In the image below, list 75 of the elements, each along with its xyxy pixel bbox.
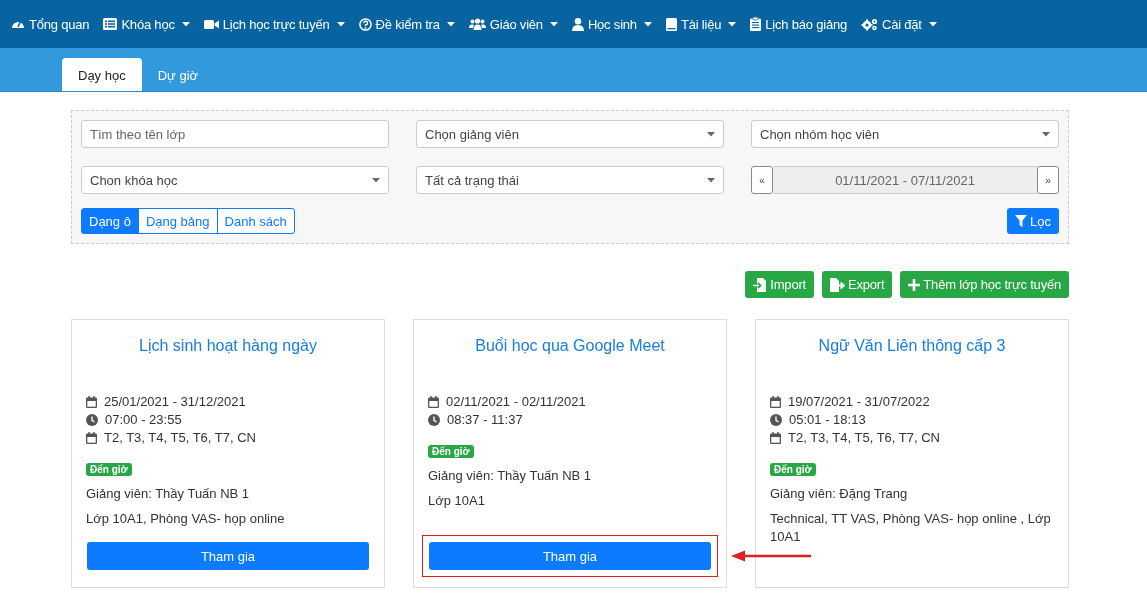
schedule-text: T2, T3, T4, T5, T6, T7, CN	[788, 429, 940, 447]
filter-button[interactable]: Lọc	[1007, 208, 1059, 234]
users-icon	[468, 18, 486, 30]
teacher-text: Giảng viên: Thầy Tuấn NB 1	[86, 485, 251, 503]
caret-icon	[372, 177, 380, 183]
clock-icon	[770, 414, 782, 426]
caret-icon	[643, 21, 652, 27]
location-text: Technical, TT VAS, Phòng VAS- họp online , Lớp 10A1	[770, 510, 1052, 546]
schedule-text: 05:01 - 18:13	[789, 411, 866, 429]
file-export-icon	[830, 277, 845, 292]
next-week-button[interactable]: »	[1037, 166, 1059, 194]
previous-week-button[interactable]: «	[751, 166, 773, 194]
view-toggle-button[interactable]: Danh sách	[216, 208, 295, 234]
schedule-text: T2, T3, T4, T5, T6, T7, CN	[104, 429, 256, 447]
calendar-icon	[770, 432, 781, 444]
caret-icon	[336, 21, 345, 27]
funnel-icon	[1015, 215, 1028, 227]
dropdown-select[interactable]: Chọn giảng viên	[416, 120, 724, 148]
location-text: Lớp 10A1, Phòng VAS- họp online	[86, 510, 286, 528]
caret-icon	[446, 21, 455, 27]
caret-icon	[728, 21, 737, 27]
calendar-icon	[428, 396, 439, 408]
gears-icon	[861, 17, 878, 31]
nav-menu-item[interactable]: Tổng quan	[11, 16, 90, 32]
nav-menu-item[interactable]: Giáo viên	[468, 16, 558, 32]
teacher-text: Giảng viên: Thầy Tuấn NB 1	[428, 467, 593, 485]
video-camera-icon	[203, 18, 219, 30]
caret-icon	[928, 21, 937, 27]
nav-menu-item[interactable]: Tài liệu	[665, 16, 737, 32]
nav-menu-item[interactable]: Cài đặt	[861, 16, 937, 32]
tab[interactable]: Dạy học	[62, 58, 142, 91]
list-icon	[103, 18, 118, 30]
date-range-field[interactable]: 01/11/2021 - 07/11/2021	[773, 166, 1037, 194]
caret-icon	[1042, 131, 1050, 137]
file-import-icon	[753, 277, 768, 292]
nav-menu-item[interactable]: Lịch học trực tuyến	[203, 16, 345, 32]
caret-icon	[707, 177, 715, 183]
join-button[interactable]: Tham gia	[87, 542, 369, 570]
clock-icon	[86, 414, 98, 426]
nav-menu-item[interactable]: Lịch báo giảng	[750, 16, 847, 32]
nav-menu-item[interactable]: Đề kiểm tra	[358, 16, 455, 32]
schedule-text: 07:00 - 23:55	[105, 411, 182, 429]
status-badge: Đến giờ	[86, 463, 132, 476]
book-icon	[665, 17, 677, 31]
clipboard-icon	[750, 17, 762, 31]
view-toggle-button[interactable]: Dạng ô	[81, 208, 139, 234]
card-title[interactable]: Lịch sinh hoạt hàng ngày	[86, 337, 370, 355]
clock-icon	[428, 414, 440, 426]
caret-icon	[181, 21, 190, 27]
card-title[interactable]: Ngữ Văn Liên thông cấp 3	[770, 337, 1054, 355]
location-text: Lớp 10A1	[428, 492, 486, 510]
search-field[interactable]: Tìm theo tên lớp	[81, 120, 389, 148]
calendar-icon	[86, 432, 97, 444]
status-badge: Đến giờ	[428, 445, 474, 458]
calendar-icon	[86, 396, 97, 408]
schedule-text: 25/01/2021 - 31/12/2021	[104, 393, 246, 411]
teacher-text: Giảng viên: Đặng Trang	[770, 485, 909, 503]
dropdown-select[interactable]: Tất cả trạng thái	[416, 166, 724, 194]
card-title[interactable]: Buổi học qua Google Meet	[428, 337, 712, 355]
schedule-text: 08:37 - 11:37	[447, 411, 523, 429]
user-icon	[571, 17, 584, 31]
dropdown-select[interactable]: Chọn nhóm học viên	[751, 120, 1059, 148]
question-circle-icon	[358, 17, 372, 31]
status-badge: Đến giờ	[770, 463, 816, 476]
plus-icon	[908, 278, 921, 291]
join-button[interactable]: Tham gia	[429, 542, 711, 570]
dropdown-select[interactable]: Chon khóa học	[81, 166, 389, 194]
view-toggle-button[interactable]: Dạng bảng	[137, 208, 218, 234]
calendar-icon	[770, 396, 781, 408]
schedule-text: 02/11/2021 - 02/11/2021	[446, 393, 586, 411]
caret-icon	[707, 131, 715, 137]
caret-icon	[549, 21, 558, 27]
schedule-text: 19/07/2021 - 31/07/2022	[788, 393, 930, 411]
nav-menu-item[interactable]: Học sinh	[571, 16, 652, 32]
nav-menu-item[interactable]: Khóa học	[103, 16, 190, 32]
